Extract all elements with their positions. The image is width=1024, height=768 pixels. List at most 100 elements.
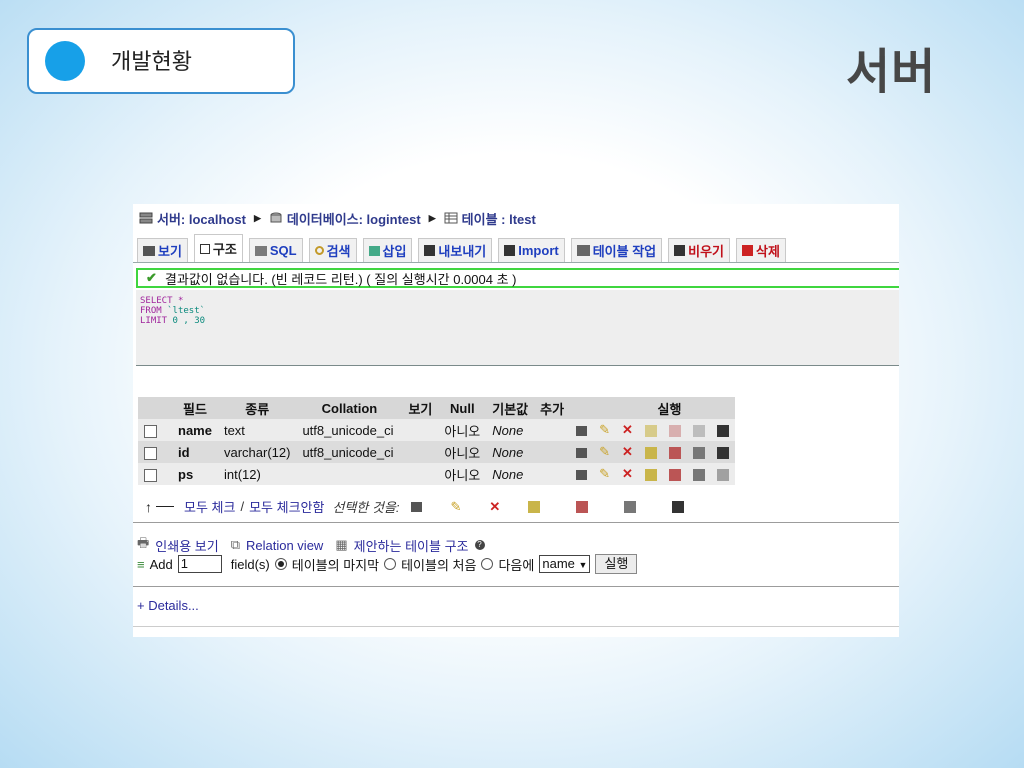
tab-browse[interactable]: 보기: [137, 238, 188, 262]
printer-icon: 🖶: [137, 535, 150, 550]
breadcrumb-table[interactable]: 테이블 : ltest: [462, 209, 536, 228]
bulk-drop-icon[interactable]: ✕: [489, 499, 500, 515]
header-field: 필드: [172, 397, 218, 419]
section-label-box: 개발현황: [27, 28, 295, 94]
row-checkbox[interactable]: [144, 468, 157, 482]
phpmyadmin-screenshot: 서버: localhost ▶ 데이터베이스: logintest ▶ 테이블 …: [133, 204, 899, 637]
drop-x-icon[interactable]: ✕: [622, 444, 633, 459]
radio-end-of-table[interactable]: [274, 558, 287, 570]
tab-empty[interactable]: 비우기: [668, 238, 731, 262]
fulltext-icon[interactable]: [716, 447, 729, 460]
result-notice: ✔ 결과값이 없습니다. (빈 레코드 리턴.) ( 질의 실행시간 0.000…: [136, 268, 899, 288]
radio-start-of-table[interactable]: [384, 558, 397, 570]
go-button[interactable]: 실행: [595, 554, 638, 574]
search-icon: [314, 246, 324, 255]
tab-sql[interactable]: SQL: [248, 238, 303, 262]
empty-icon: [674, 245, 686, 256]
row-checkbox[interactable]: [144, 424, 157, 438]
fulltext-icon[interactable]: [716, 425, 729, 438]
header-null: Null: [438, 397, 487, 419]
browse-values-icon[interactable]: [576, 426, 588, 437]
section-label: 개발현황: [111, 50, 192, 75]
bulk-primary-icon[interactable]: [528, 500, 541, 513]
table-header-row: 필드 종류 Collation 보기 Null 기본값 추가 실행: [138, 397, 735, 419]
bulk-actions: ↑ 모두 체크 / 모두 체크안함 선택한 것을: ✎ ✕: [145, 497, 685, 516]
check-all-link[interactable]: 모두 체크: [184, 497, 235, 516]
insert-icon: [368, 245, 380, 256]
breadcrumb-server[interactable]: 서버: localhost: [157, 209, 246, 228]
divider: [133, 586, 899, 587]
tab-search[interactable]: 검색: [308, 238, 357, 262]
chevron-down-icon: ▼: [578, 560, 588, 570]
table-row: name text utf8_unicode_ci 아니오 None ✎ ✕: [138, 419, 735, 441]
drop-x-icon[interactable]: ✕: [622, 422, 633, 437]
tab-insert[interactable]: 삽입: [362, 238, 413, 262]
bulk-unique-icon[interactable]: [576, 500, 589, 513]
tab-drop[interactable]: 삭제: [736, 238, 786, 262]
relation-icon: ⧉: [230, 537, 240, 552]
tab-export[interactable]: 내보내기: [418, 238, 493, 262]
with-selected-label: 선택한 것을:: [332, 500, 400, 515]
index-icon[interactable]: [692, 469, 705, 482]
unique-icon[interactable]: [668, 469, 681, 482]
table-icon: [444, 212, 458, 224]
tab-import[interactable]: Import: [498, 238, 565, 262]
bullet-dot: [45, 41, 85, 81]
header-action: 실행: [570, 397, 735, 419]
add-field-icon: ≡: [137, 556, 145, 572]
edit-pencil-icon[interactable]: ✎: [599, 444, 610, 459]
field-count-input[interactable]: 1: [177, 555, 222, 573]
header-collation: Collation: [296, 397, 403, 419]
server-icon: [139, 212, 153, 224]
propose-structure-link[interactable]: 제안하는 테이블 구조: [354, 536, 469, 555]
database-icon: [270, 212, 282, 223]
sql-icon: [254, 245, 267, 256]
divider: [133, 626, 899, 627]
add-field-form: ≡ Add 1 field(s) 테이블의 마지막 테이블의 처음 다음에 na…: [137, 554, 638, 574]
drop-icon: [742, 245, 754, 256]
index-icon[interactable]: [692, 447, 705, 460]
arrow-line: [156, 506, 174, 507]
chevron-right-icon: ▶: [253, 212, 261, 223]
primary-key-icon[interactable]: [644, 447, 657, 460]
radio-after-column[interactable]: [481, 558, 494, 570]
tabs-divider: [133, 262, 899, 263]
header-default: 기본값: [486, 397, 535, 419]
unique-icon[interactable]: [668, 447, 681, 460]
fulltext-icon[interactable]: [716, 469, 729, 482]
header-extra: 추가: [534, 397, 571, 419]
header-type: 종류: [217, 397, 297, 419]
drop-x-icon[interactable]: ✕: [622, 466, 633, 481]
details-link[interactable]: + Details...: [137, 598, 199, 613]
browse-values-icon[interactable]: [576, 470, 588, 481]
slide-title-reflection: 서버: [846, 56, 936, 84]
help-icon[interactable]: ?: [474, 540, 485, 550]
relation-view-link[interactable]: Relation view: [246, 538, 323, 553]
header-attributes: 보기: [402, 397, 439, 419]
sql-query-box: SELECT * FROM `ltest` LIMIT 0 , 30: [136, 290, 899, 366]
primary-key-icon[interactable]: [644, 469, 657, 482]
breadcrumb-database[interactable]: 데이터베이스: logintest: [287, 209, 421, 228]
bulk-index-icon[interactable]: [624, 500, 637, 513]
after-column-select[interactable]: name ▼: [539, 555, 591, 573]
print-view-link[interactable]: 인쇄용 보기: [155, 536, 218, 555]
unique-icon[interactable]: [668, 425, 681, 438]
chevron-right-icon: ▶: [428, 212, 436, 223]
index-icon[interactable]: [692, 425, 705, 438]
edit-pencil-icon[interactable]: ✎: [599, 466, 610, 481]
tab-operations[interactable]: 테이블 작업: [570, 238, 663, 262]
edit-pencil-icon[interactable]: ✎: [599, 422, 610, 437]
bulk-edit-icon[interactable]: ✎: [450, 499, 461, 515]
uncheck-all-link[interactable]: 모두 체크안함: [249, 497, 324, 516]
tab-structure[interactable]: 구조: [193, 234, 243, 262]
export-icon: [424, 245, 436, 256]
browse-icon: [143, 245, 155, 256]
propose-icon: ▦: [335, 537, 348, 552]
browse-values-icon[interactable]: [576, 448, 588, 459]
bulk-browse-icon[interactable]: [411, 501, 423, 512]
row-checkbox[interactable]: [144, 446, 157, 460]
divider: [133, 522, 899, 523]
bulk-fulltext-icon[interactable]: [672, 500, 685, 513]
primary-key-icon[interactable]: [644, 425, 657, 438]
table-row: ps int(12) 아니오 None ✎ ✕: [138, 463, 735, 485]
